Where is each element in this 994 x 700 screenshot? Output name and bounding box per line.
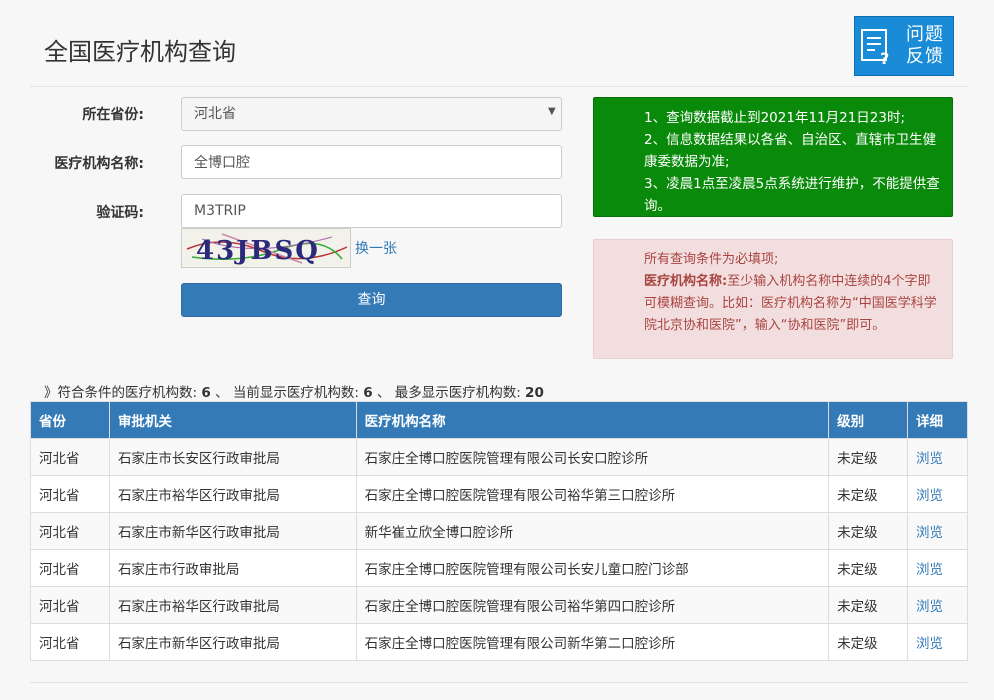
cell-name: 石家庄全博口腔医院管理有限公司裕华第四口腔诊所 (355, 586, 830, 624)
cell-level: 未定级 (828, 623, 909, 661)
institution-name-input[interactable] (181, 145, 562, 179)
svg-text:?: ? (880, 49, 889, 66)
captcha-image[interactable]: 43JBSQ (181, 228, 351, 268)
info-notice-line: 3、凌晨1点至凌晨5点系统进行维护，不能提供查询。 (644, 176, 940, 214)
info-notice-line: 2、信息数据结果以各省、自治区、直辖市卫生健康委数据为准; (644, 132, 937, 170)
feedback-label-line2: 反馈 (906, 46, 944, 67)
cell-name: 石家庄全博口腔医院管理有限公司裕华第三口腔诊所 (355, 475, 830, 513)
detail-link[interactable]: 浏览 (916, 636, 943, 652)
refresh-captcha-link[interactable]: 换一张 (355, 238, 397, 258)
cell-name: 新华崔立欣全博口腔诊所 (355, 512, 830, 550)
cell-province: 河北省 (30, 586, 110, 624)
cell-detail: 浏览 (907, 549, 968, 587)
table-row: 河北省 石家庄市长安区行政审批局 石家庄全博口腔医院管理有限公司长安口腔诊所 未… (30, 438, 968, 476)
table-row: 河北省 石家庄市新华区行政审批局 石家庄全博口腔医院管理有限公司新华第二口腔诊所… (30, 623, 968, 661)
detail-link[interactable]: 浏览 (916, 599, 943, 615)
detail-link[interactable]: 浏览 (916, 451, 943, 467)
cell-province: 河北省 (30, 475, 110, 513)
cell-authority: 石家庄市行政审批局 (108, 549, 357, 587)
detail-link[interactable]: 浏览 (916, 525, 943, 541)
info-notice: 1、查询数据截止到2021年11月21日23时; 2、信息数据结果以各省、自治区… (593, 97, 953, 217)
bottom-divider (30, 682, 968, 683)
header-authority: 审批机关 (108, 401, 357, 439)
cell-province: 河北省 (30, 623, 110, 661)
title-divider (30, 86, 968, 87)
province-select[interactable]: 河北省 (181, 97, 562, 131)
cell-detail: 浏览 (907, 438, 968, 476)
cell-detail: 浏览 (907, 512, 968, 550)
cell-name: 石家庄全博口腔医院管理有限公司长安口腔诊所 (355, 438, 830, 476)
cell-authority: 石家庄市裕华区行政审批局 (108, 586, 357, 624)
cell-name: 石家庄全博口腔医院管理有限公司长安儿童口腔门诊部 (355, 549, 830, 587)
cell-level: 未定级 (828, 586, 909, 624)
province-label: 所在省份: (82, 107, 144, 123)
table-row: 河北省 石家庄市新华区行政审批局 新华崔立欣全博口腔诊所 未定级 浏览 (30, 512, 968, 550)
cell-authority: 石家庄市新华区行政审批局 (108, 512, 357, 550)
cell-level: 未定级 (828, 438, 909, 476)
max-count: 20 (525, 385, 544, 401)
cell-level: 未定级 (828, 512, 909, 550)
summary-sep1: 、 当前显示医疗机构数: (215, 385, 359, 401)
query-button[interactable]: 查询 (181, 283, 562, 317)
cell-province: 河北省 (30, 438, 110, 476)
cell-province: 河北省 (30, 512, 110, 550)
feedback-label-line1: 问题 (906, 24, 944, 45)
chevron-down-icon: ▼ (548, 106, 556, 117)
feedback-icon: ? (855, 16, 899, 76)
summary-sep2: 、 最多显示医疗机构数: (376, 385, 521, 401)
captcha-label: 验证码: (96, 205, 144, 221)
cell-level: 未定级 (828, 549, 909, 587)
cell-detail: 浏览 (907, 586, 968, 624)
match-count: 6 (201, 385, 211, 401)
rules-notice-detail: 医疗机构名称:至少输入机构名称中连续的4个字即可模糊查询。比如：医疗机构名称为“… (644, 271, 942, 337)
cell-authority: 石家庄市裕华区行政审批局 (108, 475, 357, 513)
shown-count: 6 (363, 385, 373, 401)
detail-link[interactable]: 浏览 (916, 488, 943, 504)
header-province: 省份 (30, 401, 110, 439)
result-summary: 》符合条件的医疗机构数: 6 、 当前显示医疗机构数: 6 、 最多显示医疗机构… (44, 381, 544, 401)
institution-label: 医疗机构名称: (54, 156, 144, 172)
cell-authority: 石家庄市长安区行政审批局 (108, 438, 357, 476)
header-detail: 详细 (907, 401, 968, 439)
cell-province: 河北省 (30, 549, 110, 587)
cell-level: 未定级 (828, 475, 909, 513)
header-name: 医疗机构名称 (355, 401, 830, 439)
table-row: 河北省 石家庄市裕华区行政审批局 石家庄全博口腔医院管理有限公司裕华第四口腔诊所… (30, 586, 968, 624)
captcha-input[interactable] (181, 194, 562, 228)
cell-detail: 浏览 (907, 475, 968, 513)
table-row: 河北省 石家庄市行政审批局 石家庄全博口腔医院管理有限公司长安儿童口腔门诊部 未… (30, 549, 968, 587)
detail-link[interactable]: 浏览 (916, 562, 943, 578)
summary-prefix: 》符合条件的医疗机构数: (44, 385, 198, 401)
results-table: 省份 审批机关 医疗机构名称 级别 详细 河北省 石家庄市长安区行政审批局 石家… (30, 401, 968, 661)
info-notice-line: 1、查询数据截止到2021年11月21日23时; (644, 110, 906, 126)
cell-name: 石家庄全博口腔医院管理有限公司新华第二口腔诊所 (355, 623, 830, 661)
table-row: 河北省 石家庄市裕华区行政审批局 石家庄全博口腔医院管理有限公司裕华第三口腔诊所… (30, 475, 968, 513)
table-header-row: 省份 审批机关 医疗机构名称 级别 详细 (30, 401, 968, 439)
page-title: 全国医疗机构查询 (44, 38, 236, 66)
captcha-text: 43JBSQ (196, 236, 320, 266)
header-level: 级别 (828, 401, 909, 439)
cell-detail: 浏览 (907, 623, 968, 661)
rules-notice-line: 所有查询条件为必填项; (644, 252, 779, 267)
feedback-label: 问题 反馈 (899, 24, 951, 68)
rules-notice-label: 医疗机构名称: (644, 274, 728, 289)
cell-authority: 石家庄市新华区行政审批局 (108, 623, 357, 661)
feedback-button[interactable]: ? 问题 反馈 (854, 16, 954, 76)
rules-notice: 所有查询条件为必填项; 医疗机构名称:至少输入机构名称中连续的4个字即可模糊查询… (593, 239, 953, 359)
